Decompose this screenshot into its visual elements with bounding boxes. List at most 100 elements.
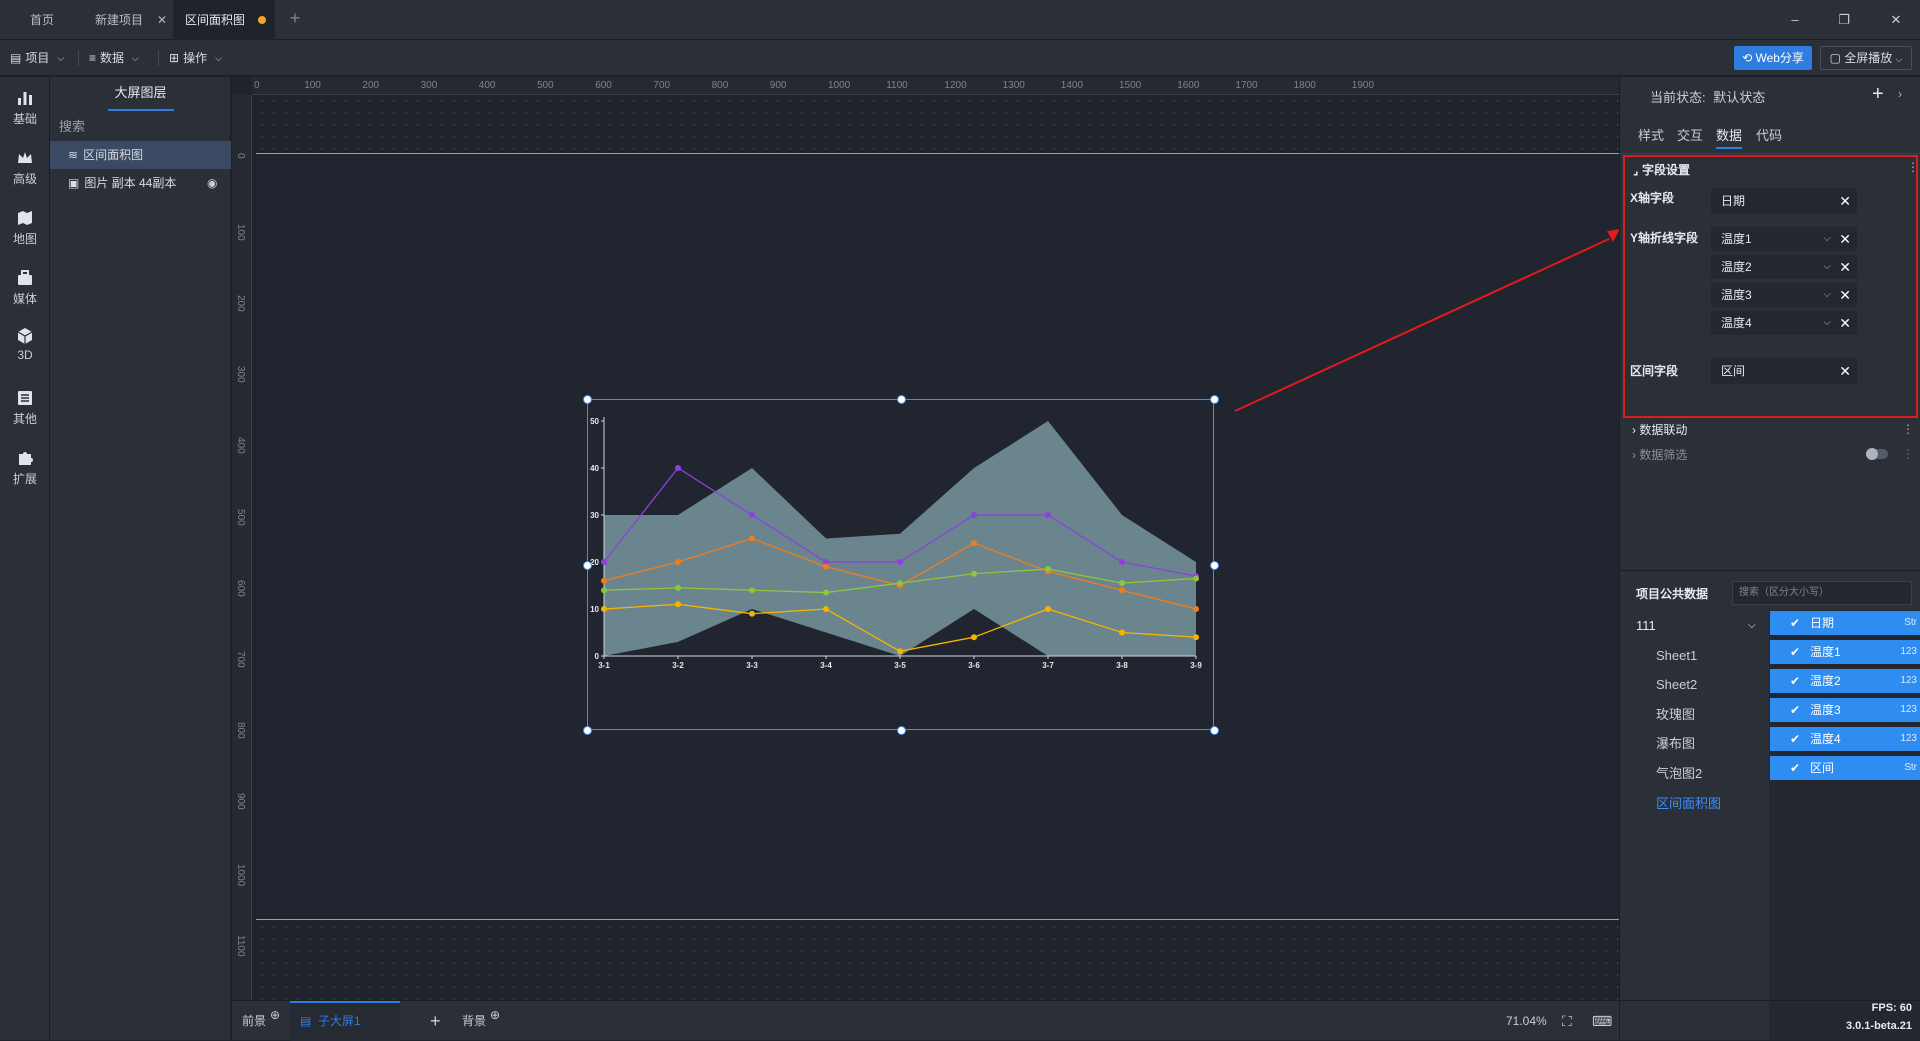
- screen-stage[interactable]: 0 10 20 30 40 50 3-1 3-2 3-3 3-4 3-5 3-6 3-7 3-8 3-9: [256, 153, 1619, 920]
- sidebar-item-map[interactable]: 地图: [0, 203, 50, 253]
- chevron-down-icon[interactable]: ⌵: [1823, 255, 1831, 279]
- column-item[interactable]: ✔ 温度4 123: [1770, 727, 1920, 751]
- add-state-icon[interactable]: +: [1872, 83, 1884, 106]
- tab-code[interactable]: 代码: [1756, 125, 1782, 149]
- layers-title: 大屏图层: [114, 85, 167, 100]
- fullscreen-button[interactable]: ▢ 全屏播放 ⌵: [1820, 46, 1912, 70]
- tree-item[interactable]: Sheet1: [1620, 642, 1768, 670]
- tree-item[interactable]: 气泡图2: [1620, 760, 1768, 788]
- chevron-down-icon[interactable]: ⌵: [1823, 227, 1831, 251]
- zoom-level[interactable]: 71.04%: [1506, 1001, 1547, 1041]
- resize-handle[interactable]: [1210, 560, 1219, 570]
- ruler-tick-label: 1800: [1293, 80, 1316, 91]
- tab-new-project[interactable]: 新建项目: [83, 0, 155, 40]
- selection-box[interactable]: [583, 395, 1219, 735]
- tree-item[interactable]: Sheet2: [1620, 671, 1768, 699]
- resize-handle[interactable]: [896, 395, 906, 404]
- layers-panel: 大屏图层 搜索 ≋ 区间面积图 ▣ 图片 副本 44副本 ◉: [50, 77, 231, 1040]
- resize-handle[interactable]: [896, 726, 906, 735]
- ruler-tick-label: 500: [537, 80, 554, 91]
- minimize-icon[interactable]: –: [1785, 10, 1805, 30]
- chevron-down-icon[interactable]: ⌵: [1823, 283, 1831, 307]
- ruler-left[interactable]: 0 100 200 300 400 500 600 700 800 900 1000 1100: [232, 95, 252, 1000]
- tree-group[interactable]: 111 ⌵: [1620, 612, 1768, 640]
- y-field-chip[interactable]: 温度2 ⌵ ✕: [1711, 255, 1857, 279]
- tab-style[interactable]: 样式: [1638, 125, 1664, 149]
- range-field-chip[interactable]: 区间 ✕: [1711, 358, 1857, 384]
- remove-icon[interactable]: ✕: [1839, 255, 1851, 279]
- background-tab[interactable]: 背景: [462, 1001, 486, 1041]
- column-item[interactable]: ✔ 日期 Str: [1770, 611, 1920, 635]
- layer-search-input[interactable]: 搜索: [59, 116, 227, 138]
- chevron-down-icon[interactable]: ⌵: [1823, 311, 1831, 335]
- more-icon[interactable]: ⋮: [1902, 447, 1914, 461]
- remove-icon[interactable]: ✕: [1839, 227, 1851, 251]
- file-icon: ▤: [10, 51, 22, 65]
- remove-icon[interactable]: ✕: [1839, 358, 1851, 384]
- public-data-search-input[interactable]: 搜索（区分大小写）: [1732, 581, 1912, 605]
- resize-handle[interactable]: [1210, 726, 1219, 735]
- remove-icon[interactable]: ✕: [1839, 188, 1851, 214]
- column-type: 123: [1900, 704, 1917, 715]
- hidden-eye-icon[interactable]: ◉: [207, 169, 217, 197]
- column-item[interactable]: ✔ 温度1 123: [1770, 640, 1920, 664]
- tab-interaction[interactable]: 交互: [1677, 125, 1703, 149]
- sidebar-item-basic[interactable]: 基础: [0, 83, 50, 133]
- close-window-icon[interactable]: ✕: [1886, 10, 1906, 30]
- more-icon[interactable]: ⋮: [1902, 422, 1914, 436]
- restore-icon[interactable]: ❐: [1834, 10, 1854, 30]
- field-settings-title[interactable]: ⌟ 字段设置: [1633, 161, 1690, 178]
- add-foreground-icon[interactable]: ⊕: [270, 995, 280, 1035]
- chevron-right-icon[interactable]: ›: [1898, 87, 1902, 101]
- ruler-tick-label: 1200: [944, 80, 967, 91]
- remove-icon[interactable]: ✕: [1839, 311, 1851, 335]
- keyboard-icon[interactable]: ⌨: [1592, 1001, 1612, 1041]
- tree-item[interactable]: 玫瑰图: [1620, 701, 1768, 729]
- tree-item-selected[interactable]: 区间面积图: [1620, 790, 1768, 818]
- add-subscreen-icon[interactable]: +: [430, 1001, 441, 1041]
- ruler-tick-label: 400: [235, 437, 246, 455]
- sidebar-item-other[interactable]: 其他: [0, 383, 50, 433]
- layer-item[interactable]: ▣ 图片 副本 44副本 ◉: [50, 169, 231, 197]
- canvas-area[interactable]: 0 100 200 300 400 500 600 700 800 900 1000 1100 1200…: [232, 77, 1619, 1000]
- add-background-icon[interactable]: ⊕: [490, 995, 500, 1035]
- subscreen-tab[interactable]: 子大屏1: [318, 1001, 361, 1041]
- resize-handle[interactable]: [583, 395, 592, 404]
- tab-home[interactable]: 首页: [18, 0, 66, 40]
- data-link-section[interactable]: › 数据联动: [1620, 416, 1920, 444]
- column-type: Str: [1904, 617, 1917, 628]
- remove-icon[interactable]: ✕: [1839, 283, 1851, 307]
- resize-handle[interactable]: [583, 726, 592, 735]
- menu-project[interactable]: ▤ 项目 ⌵: [10, 48, 64, 68]
- resize-handle[interactable]: [1210, 395, 1219, 404]
- bar-chart-icon: [18, 92, 32, 105]
- tab-data[interactable]: 数据: [1716, 125, 1743, 149]
- web-share-button[interactable]: ⟲ Web分享: [1734, 46, 1812, 70]
- y-field-chip[interactable]: 温度1 ⌵ ✕: [1711, 227, 1857, 251]
- sidebar-item-3d[interactable]: 3D: [0, 321, 50, 371]
- ruler-tick-label: 1100: [886, 80, 908, 91]
- filter-toggle[interactable]: [1866, 448, 1888, 460]
- column-item[interactable]: ✔ 温度3 123: [1770, 698, 1920, 722]
- fit-screen-icon[interactable]: ⛶: [1562, 1001, 1572, 1041]
- sidebar-item-advanced[interactable]: 高级: [0, 143, 50, 193]
- divider: [78, 50, 79, 66]
- y-field-chip[interactable]: 温度4 ⌵ ✕: [1711, 311, 1857, 335]
- add-tab-icon[interactable]: +: [288, 9, 302, 27]
- ruler-top[interactable]: 0 100 200 300 400 500 600 700 800 900 1000 1100 1200…: [252, 77, 1619, 95]
- more-icon[interactable]: ⋮: [1907, 160, 1919, 174]
- layer-item[interactable]: ≋ 区间面积图: [50, 141, 231, 169]
- tree-item[interactable]: 瀑布图: [1620, 730, 1768, 758]
- y-field-chip[interactable]: 温度3 ⌵ ✕: [1711, 283, 1857, 307]
- layers-header[interactable]: 大屏图层: [50, 77, 231, 113]
- sidebar-item-extend[interactable]: 扩展: [0, 443, 50, 493]
- resize-handle[interactable]: [583, 560, 592, 570]
- menu-data[interactable]: ≡ 数据 ⌵: [89, 48, 139, 68]
- sidebar-item-media[interactable]: 媒体: [0, 263, 50, 313]
- menu-operate[interactable]: ⊞ 操作 ⌵: [169, 48, 222, 68]
- x-field-chip[interactable]: 日期 ✕: [1711, 188, 1857, 214]
- column-item[interactable]: ✔ 区间 Str: [1770, 756, 1920, 780]
- close-icon[interactable]: ✕: [155, 13, 169, 27]
- foreground-tab[interactable]: 前景: [242, 1001, 266, 1041]
- column-item[interactable]: ✔ 温度2 123: [1770, 669, 1920, 693]
